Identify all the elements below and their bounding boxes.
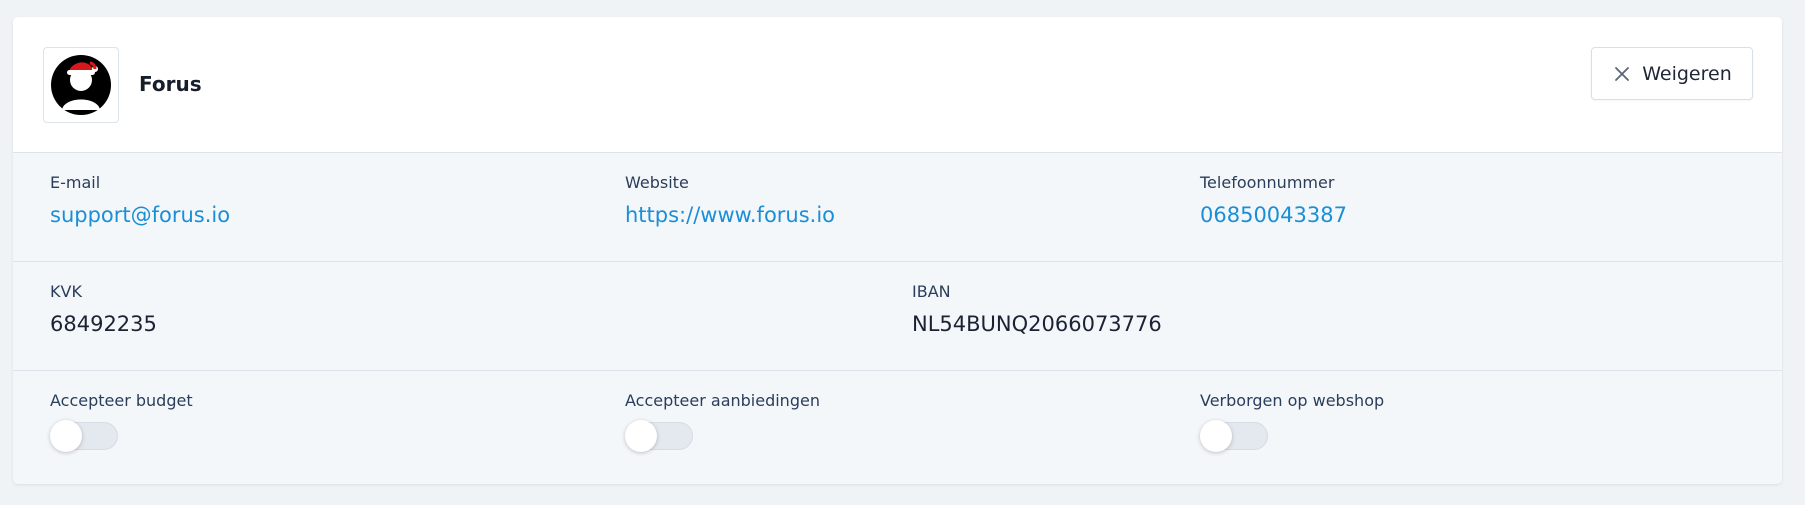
accept-products-toggle[interactable]: [625, 420, 695, 452]
toggle-knob: [625, 420, 657, 452]
email-label: E-mail: [50, 173, 101, 192]
avatar-santa-hat-icon: [51, 55, 111, 115]
reject-button-label: Weigeren: [1642, 62, 1732, 85]
phone-label: Telefoonnummer: [1200, 173, 1335, 192]
accept-budget-toggle[interactable]: [50, 420, 120, 452]
provider-header: Forus Weigeren: [13, 17, 1782, 153]
iban-value: NL54BUNQ2066073776: [912, 312, 1162, 336]
website-label: Website: [625, 173, 689, 192]
hidden-webshop-field: Verborgen op webshop: [1200, 391, 1384, 452]
website-field: Website https://www.forus.io: [625, 173, 835, 227]
email-field: E-mail support@forus.io: [50, 173, 230, 227]
iban-label: IBAN: [912, 282, 951, 301]
kvk-label: KVK: [50, 282, 82, 301]
kvk-value: 68492235: [50, 312, 157, 336]
email-link[interactable]: support@forus.io: [50, 203, 230, 227]
toggle-knob: [50, 420, 82, 452]
hidden-webshop-toggle[interactable]: [1200, 420, 1270, 452]
company-row: KVK 68492235 IBAN NL54BUNQ2066073776: [13, 262, 1782, 371]
accept-products-label: Accepteer aanbiedingen: [625, 391, 820, 410]
accept-products-field: Accepteer aanbiedingen: [625, 391, 820, 452]
iban-field: IBAN NL54BUNQ2066073776: [912, 282, 1162, 336]
provider-name: Forus: [139, 72, 202, 96]
contact-row: E-mail support@forus.io Website https://…: [13, 153, 1782, 262]
provider-logo: [43, 47, 119, 123]
toggle-knob: [1200, 420, 1232, 452]
website-link[interactable]: https://www.forus.io: [625, 203, 835, 227]
phone-link[interactable]: 06850043387: [1200, 203, 1347, 227]
reject-button[interactable]: Weigeren: [1591, 47, 1753, 100]
accept-budget-label: Accepteer budget: [50, 391, 193, 410]
accept-budget-field: Accepteer budget: [50, 391, 193, 452]
phone-field: Telefoonnummer 06850043387: [1200, 173, 1347, 227]
close-icon: [1615, 66, 1630, 81]
kvk-field: KVK 68492235: [50, 282, 157, 336]
hidden-webshop-label: Verborgen op webshop: [1200, 391, 1385, 410]
provider-card: Forus Weigeren E-mail support@forus.io W…: [13, 17, 1782, 484]
settings-row: Accepteer budget Accepteer aanbiedingen …: [13, 371, 1782, 484]
